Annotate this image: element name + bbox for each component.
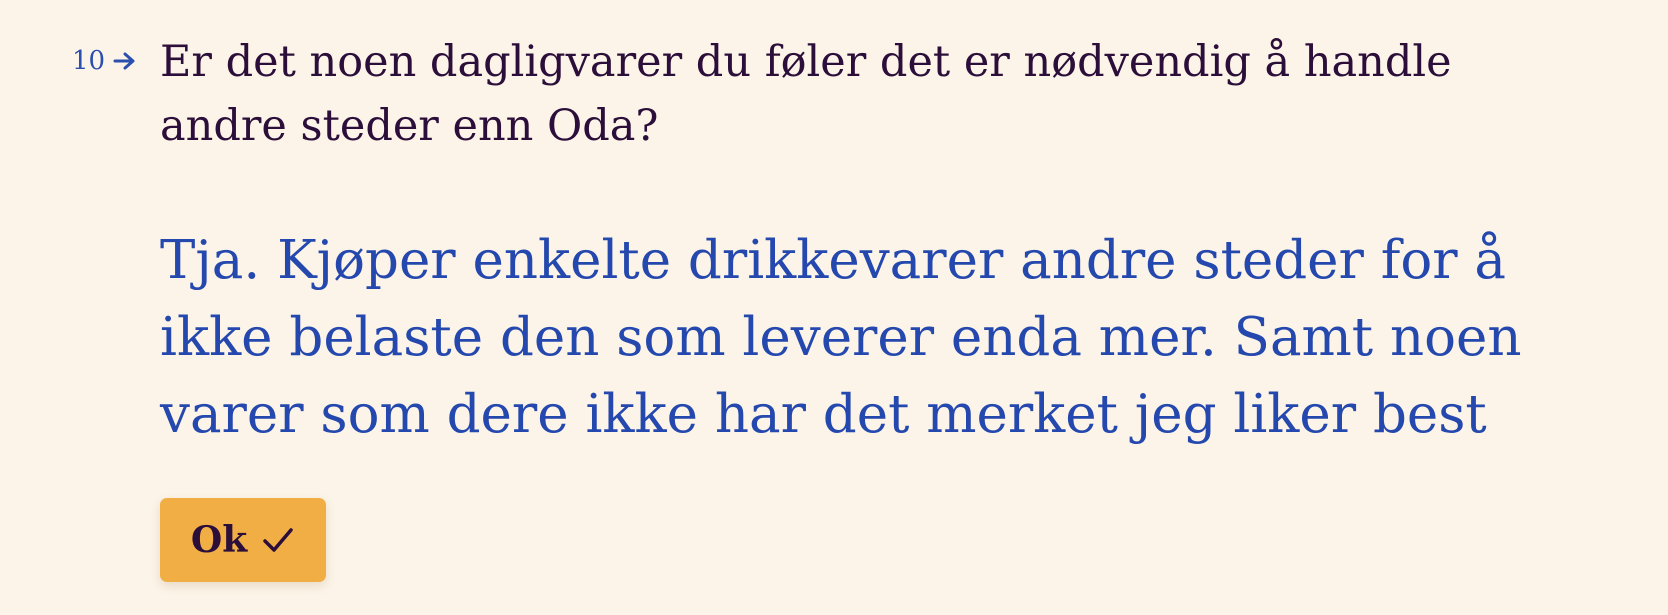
question-number: 10 bbox=[72, 48, 137, 74]
arrow-right-icon bbox=[113, 50, 137, 72]
ok-button-label: Ok bbox=[190, 519, 248, 561]
ok-button[interactable]: Ok bbox=[160, 498, 326, 582]
checkmark-icon bbox=[261, 525, 295, 555]
answer-input[interactable]: Tja. Kjøper enkelte drikkevarer andre st… bbox=[160, 222, 1580, 453]
question-text: Er det noen dagligvarer du føler det er … bbox=[160, 37, 1452, 151]
question-number-label: 10 bbox=[72, 46, 106, 76]
